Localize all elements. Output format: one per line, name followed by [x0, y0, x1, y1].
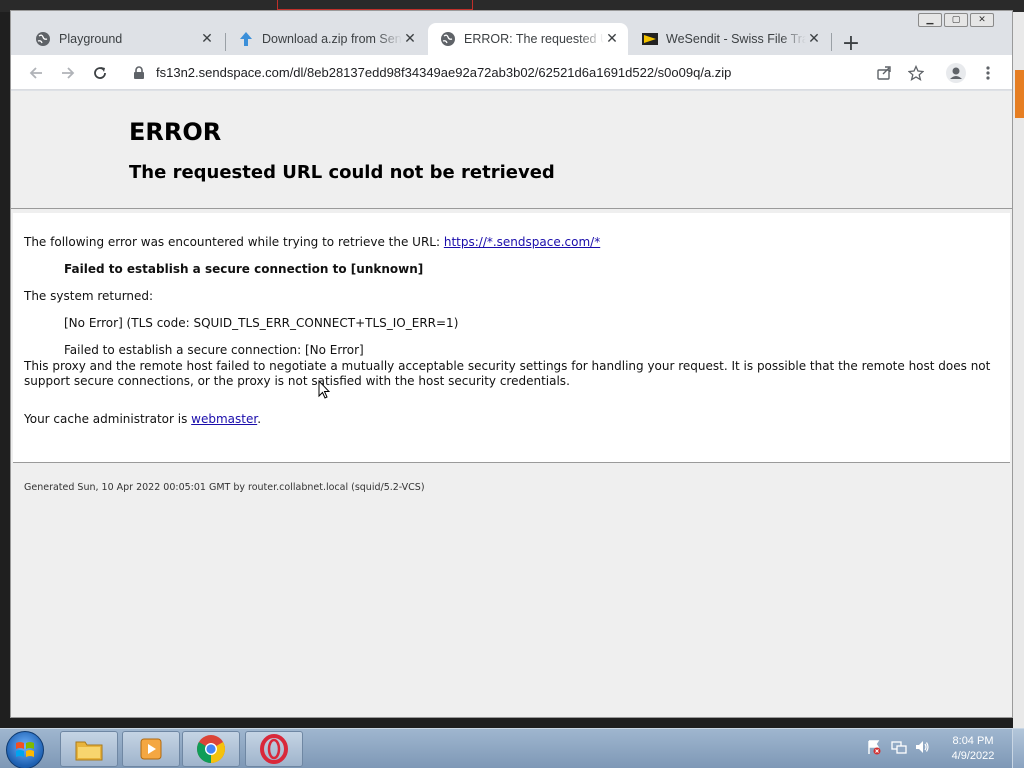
tab-download[interactable]: Download a.zip from Sendspace ✕ — [226, 23, 426, 55]
taskbar: 8:04 PM 4/9/2022 — [0, 728, 1024, 768]
wesendit-icon — [642, 31, 658, 47]
admin-line: Your cache administrator is webmaster. — [24, 412, 261, 426]
share-button[interactable] — [871, 60, 897, 86]
browser-window: ▁ ▢ ✕ Playground ✕ Download a.zip from S… — [10, 10, 1013, 718]
share-icon — [877, 66, 891, 80]
intro-line: The following error was encountered whil… — [24, 235, 600, 249]
avatar-icon — [946, 63, 966, 83]
globe-icon — [35, 31, 51, 47]
webmaster-link[interactable]: webmaster — [191, 412, 257, 426]
menu-button[interactable] — [975, 60, 1001, 86]
explanation-paragraph: This proxy and the remote host failed to… — [24, 359, 991, 388]
intro-text: The following error was encountered whil… — [24, 235, 444, 249]
page-title: ERROR — [129, 118, 222, 146]
background-window-edge — [277, 0, 473, 10]
clock-date: 4/9/2022 — [951, 750, 995, 762]
forward-button[interactable] — [55, 60, 81, 86]
action-center-flag-icon[interactable] — [866, 739, 882, 755]
windows-logo-icon — [16, 742, 34, 757]
tab-error-active[interactable]: ERROR: The requested URL could not be re… — [428, 23, 628, 55]
tab-strip: Playground ✕ Download a.zip from Sendspa… — [11, 19, 1012, 57]
reload-button[interactable] — [87, 60, 113, 86]
taskbar-media-player[interactable] — [122, 731, 180, 767]
profile-button[interactable] — [943, 60, 969, 86]
footer-generated: Generated Sun, 10 Apr 2022 00:05:01 GMT … — [24, 482, 425, 493]
system-clock[interactable]: 8:04 PM 4/9/2022 — [940, 734, 1006, 764]
lock-icon[interactable] — [132, 65, 146, 79]
three-dots-menu-icon — [986, 66, 990, 80]
back-arrow-icon — [29, 67, 42, 79]
back-button[interactable] — [23, 60, 49, 86]
taskbar-opera[interactable] — [245, 731, 303, 767]
error-body: The following error was encountered whil… — [13, 213, 1010, 463]
tab-separator — [831, 33, 832, 51]
star-icon — [908, 65, 924, 81]
forward-arrow-icon — [62, 67, 75, 79]
system-returned-label: The system returned: — [24, 289, 154, 303]
mouse-cursor-icon — [318, 380, 330, 399]
opera-icon — [260, 734, 288, 764]
close-tab-icon[interactable]: ✕ — [199, 31, 215, 47]
url-link[interactable]: https://*.sendspace.com/* — [444, 235, 600, 249]
media-player-icon — [140, 738, 162, 760]
folder-icon — [75, 741, 103, 761]
close-tab-icon[interactable]: ✕ — [604, 31, 620, 47]
new-tab-button[interactable]: + — [839, 33, 863, 57]
start-button[interactable] — [6, 731, 44, 768]
error-detail: Failed to establish a secure connection:… — [64, 343, 364, 357]
clock-time: 8:04 PM — [952, 735, 994, 747]
taskbar-explorer[interactable] — [60, 731, 118, 767]
tab-playground[interactable]: Playground ✕ — [23, 23, 223, 55]
error-code: [No Error] (TLS code: SQUID_TLS_ERR_CONN… — [64, 316, 459, 330]
admin-prefix: Your cache administrator is — [24, 412, 192, 426]
close-tab-icon[interactable]: ✕ — [806, 31, 822, 47]
reload-icon — [94, 67, 106, 79]
tab-wesendit[interactable]: WeSendit - Swiss File Transfer ✕ — [630, 23, 830, 55]
tab-title: Download a.zip from Sendspace — [262, 32, 402, 46]
background-orange-element — [1015, 70, 1024, 118]
bookmark-star-button[interactable] — [903, 60, 929, 86]
tab-title: Playground — [59, 32, 123, 46]
show-desktop-button[interactable] — [1012, 729, 1024, 768]
failure-message: Failed to establish a secure connection … — [64, 262, 424, 276]
page-content: ERROR The requested URL could not be ret… — [11, 91, 1012, 717]
network-icon[interactable] — [891, 739, 907, 755]
browser-toolbar: fs13n2.sendspace.com/dl/8eb28137edd98f34… — [11, 55, 1012, 90]
taskbar-chrome[interactable] — [182, 731, 240, 767]
upload-arrow-icon — [238, 31, 254, 47]
globe-icon — [440, 31, 456, 47]
page-subtitle: The requested URL could not be retrieved — [129, 162, 555, 183]
desktop-background-right — [1013, 12, 1024, 728]
volume-icon[interactable] — [914, 739, 930, 755]
admin-suffix: . — [257, 412, 262, 426]
tab-title: WeSendit - Swiss File Transfer — [666, 32, 806, 46]
url-text[interactable]: fs13n2.sendspace.com/dl/8eb28137edd98f34… — [156, 65, 731, 80]
address-bar[interactable]: fs13n2.sendspace.com/dl/8eb28137edd98f34… — [124, 57, 924, 87]
tab-title: ERROR: The requested URL could not be re… — [464, 32, 604, 46]
error-header: ERROR The requested URL could not be ret… — [11, 91, 1012, 209]
close-tab-icon[interactable]: ✕ — [402, 31, 418, 47]
chrome-icon — [197, 735, 225, 763]
